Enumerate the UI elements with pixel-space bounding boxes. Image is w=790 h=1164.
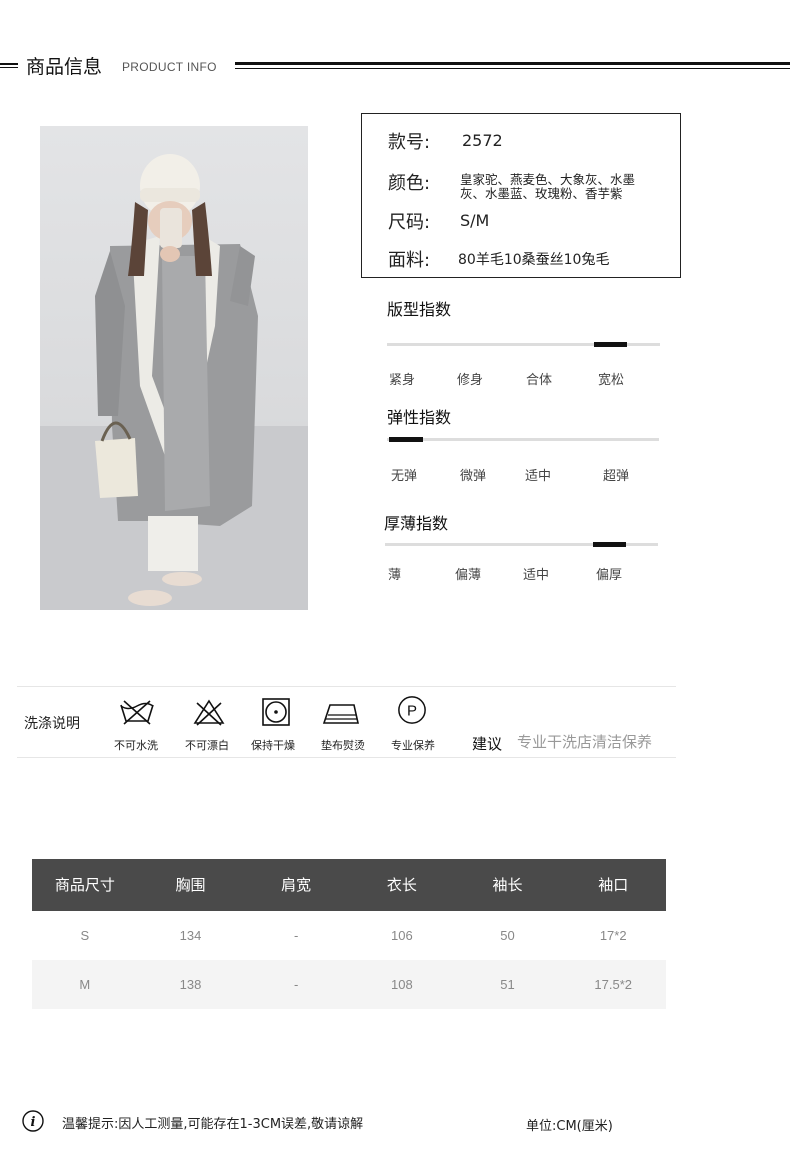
elastic-index-marker [389, 437, 423, 442]
fabric-label: 面料: [388, 250, 431, 271]
product-photo-illustration [40, 126, 308, 610]
care-divider-top [17, 686, 676, 687]
measurement-note: 温馨提示:因人工测量,可能存在1-3CM误差,敬请谅解 [62, 1117, 364, 1132]
care-suggest-value: 专业干洗店清洁保养 [517, 733, 653, 751]
cell-size: S [80, 928, 90, 943]
svg-text:P: P [407, 703, 417, 720]
cell-chest: 134 [179, 928, 202, 943]
no-wash-icon [118, 697, 156, 731]
size-label: 尺码: [388, 212, 431, 233]
cell-cuff: 17*2 [599, 928, 627, 943]
no-bleach-icon [190, 697, 228, 731]
product-photo [40, 126, 308, 610]
thickness-index-title: 厚薄指数 [384, 514, 449, 533]
tumble-dry-icon [257, 697, 295, 731]
style-no-label: 款号: [388, 132, 431, 153]
iron-label: 垫布熨烫 [321, 739, 365, 752]
cell-cuff: 17.5*2 [594, 977, 632, 992]
thickness-label-thin: 薄 [388, 568, 402, 583]
thickness-index-marker [593, 542, 626, 547]
fabric-value: 80羊毛10桑蚕丝10兔毛 [458, 252, 610, 268]
table-row: S 134 - 106 50 17*2 [32, 911, 666, 960]
iron-icon [322, 697, 360, 731]
size-table: 商品尺寸 胸围 肩宽 衣长 袖长 袖口 S 134 - 106 50 17*2 … [32, 859, 666, 1009]
fit-label-slim: 修身 [457, 373, 484, 388]
table-row: M 138 - 108 51 17.5*2 [32, 960, 666, 1009]
svg-text:i: i [31, 1115, 36, 1130]
cell-sleeve: 50 [500, 928, 515, 943]
thickness-label-thinner: 偏薄 [455, 568, 482, 583]
color-label: 颜色: [388, 173, 431, 194]
size-table-header: 商品尺寸 胸围 肩宽 衣长 袖长 袖口 [32, 859, 666, 911]
fit-index-marker [594, 342, 627, 347]
elastic-index-track [387, 438, 659, 441]
cell-length: 108 [391, 977, 413, 992]
header-rule-right-thin [235, 68, 790, 69]
cell-shoulder: - [294, 928, 299, 943]
thickness-label-thick: 偏厚 [596, 568, 623, 583]
product-info-box: 款号: 2572 颜色: 皇家驼、燕麦色、大象灰、水墨 灰、水墨蓝、玫瑰粉、香芋… [361, 113, 681, 278]
no-bleach-label: 不可漂白 [185, 739, 229, 752]
care-title: 洗涤说明 [24, 716, 80, 732]
thickness-label-medium: 适中 [523, 568, 550, 583]
no-wash-label: 不可水洗 [114, 739, 158, 752]
color-value-line2: 灰、水墨蓝、玫瑰粉、香芋紫 [460, 186, 623, 201]
fit-label-tight: 紧身 [389, 373, 416, 388]
professional-clean-icon: P [393, 695, 431, 729]
info-icon: i [22, 1110, 44, 1132]
fit-index-title: 版型指数 [387, 300, 452, 319]
cell-sleeve: 51 [500, 977, 515, 992]
elastic-label-medium: 适中 [525, 469, 552, 484]
header-sleeve: 袖长 [492, 876, 523, 894]
elastic-label-high: 超弹 [603, 469, 630, 484]
elastic-index-title: 弹性指数 [387, 408, 452, 427]
fit-label-loose: 宽松 [598, 373, 625, 388]
care-suggest-label: 建议 [472, 735, 503, 753]
cell-chest: 138 [179, 977, 202, 992]
cell-shoulder: - [294, 977, 299, 992]
elastic-label-slight: 微弹 [460, 469, 487, 484]
header-rule-left [0, 63, 18, 68]
cell-size: M [79, 977, 91, 992]
size-value: S/M [460, 211, 490, 230]
style-no-value: 2572 [462, 131, 503, 150]
color-value-line1: 皇家驼、燕麦色、大象灰、水墨 [460, 172, 636, 187]
header-cuff: 袖口 [598, 876, 629, 894]
cell-length: 106 [391, 928, 413, 943]
section-subtitle: PRODUCT INFO [122, 60, 217, 74]
header-length: 衣长 [386, 876, 417, 894]
professional-clean-label: 专业保养 [391, 739, 435, 752]
unit-note: 单位:CM(厘米) [526, 1119, 613, 1134]
tumble-dry-label: 保持干燥 [251, 739, 295, 752]
header-shoulder: 肩宽 [281, 876, 312, 894]
care-divider-bottom [17, 757, 676, 758]
header-chest: 胸围 [175, 876, 206, 894]
section-title: 商品信息 [26, 56, 103, 78]
elastic-label-none: 无弹 [391, 469, 418, 484]
header-size: 商品尺寸 [54, 876, 115, 894]
fit-label-regular: 合体 [526, 373, 553, 388]
